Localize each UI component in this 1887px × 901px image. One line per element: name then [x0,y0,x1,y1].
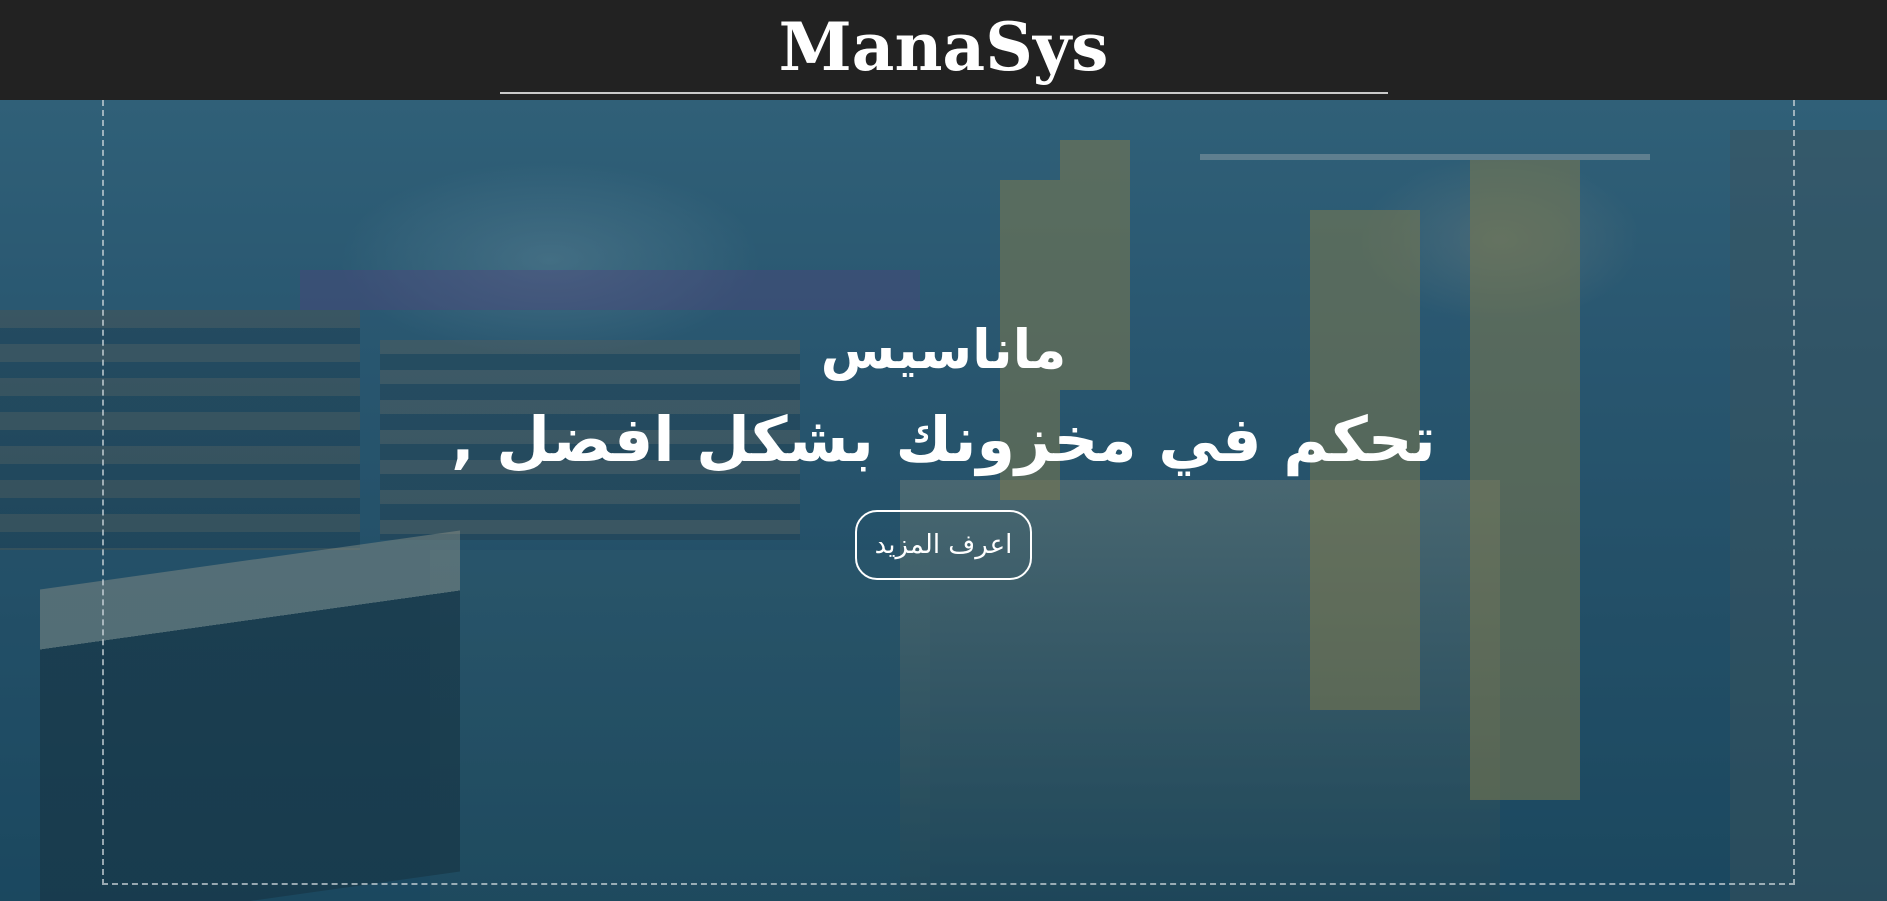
hero-section: ماناسيس تحكم في مخزونك بشكل افضل , اعرف … [0,100,1887,901]
brand-underline-divider [500,92,1388,94]
hero-dashed-frame [102,100,1795,885]
learn-more-button[interactable]: اعرف المزيد [855,510,1032,580]
hero-subtitle: تحكم في مخزونك بشكل افضل , [451,403,1436,476]
brand-logo[interactable]: ManaSys [779,4,1109,100]
top-navbar: ManaSys [0,0,1887,100]
hero-title: ماناسيس [820,318,1067,381]
